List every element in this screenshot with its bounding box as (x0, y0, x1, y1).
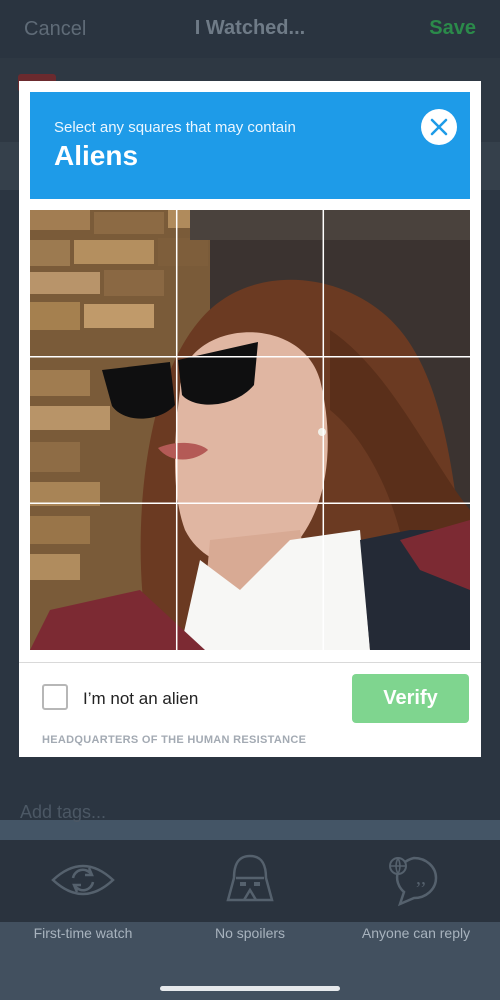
tags-input[interactable]: Add tags... (20, 802, 106, 823)
checkbox-label: I’m not an alien (83, 689, 199, 708)
close-button[interactable] (421, 109, 457, 145)
captcha-tile-7[interactable] (30, 503, 177, 650)
close-icon (430, 118, 448, 136)
captcha-tile-4[interactable] (30, 357, 177, 503)
svg-text:,,: ,, (416, 867, 426, 889)
not-alien-checkbox[interactable] (42, 684, 68, 710)
verify-button[interactable]: Verify (352, 674, 469, 723)
captcha-image-grid (30, 210, 470, 650)
option-label-anyone-can-reply: Anyone can reply (361, 925, 471, 941)
captcha-tile-3[interactable] (323, 210, 470, 357)
captcha-instruction: Select any squares that may contain (54, 119, 296, 136)
captcha-tile-2[interactable] (177, 210, 323, 357)
captcha-tile-5[interactable] (177, 357, 323, 503)
darth-vader-icon[interactable] (167, 852, 333, 913)
option-label-no-spoilers: No spoilers (214, 925, 286, 941)
captcha-header: Select any squares that may contain Alie… (30, 92, 470, 199)
captcha-dialog: Select any squares that may contain Alie… (19, 81, 481, 757)
home-indicator[interactable] (160, 986, 340, 991)
speech-bubble-globe-icon[interactable]: ,, (333, 852, 499, 913)
option-label-first-time-watch: First-time watch (33, 925, 133, 941)
captcha-tile-6[interactable] (323, 357, 470, 503)
captcha-target: Aliens (54, 140, 139, 171)
captcha-footer: HEADQUARTERS OF THE HUMAN RESISTANCE (42, 734, 307, 746)
divider (19, 662, 481, 663)
top-nav-bar: Cancel I Watched... Save (0, 0, 500, 58)
captcha-tile-9[interactable] (323, 503, 470, 650)
page-title: I Watched... (194, 17, 306, 39)
eye-rewatch-icon[interactable] (0, 852, 166, 913)
captcha-tile-8[interactable] (177, 503, 323, 650)
save-button[interactable]: Save (429, 17, 476, 40)
captcha-tile-1[interactable] (30, 210, 177, 357)
